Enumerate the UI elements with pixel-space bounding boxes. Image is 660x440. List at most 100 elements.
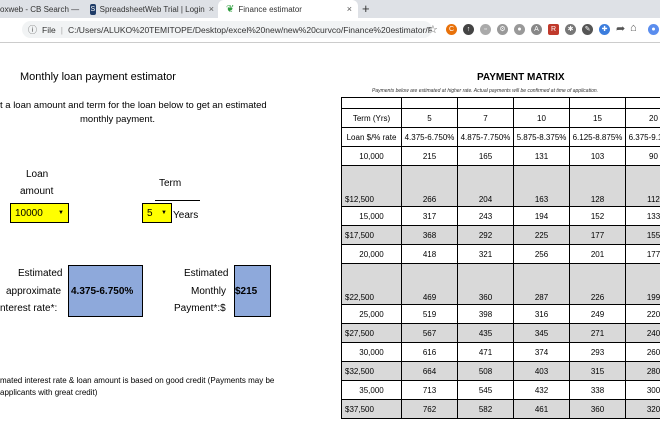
payment-cell: 163 — [513, 165, 570, 207]
new-tab-button[interactable]: + — [362, 1, 370, 16]
extension-c-icon[interactable]: C — [446, 24, 457, 35]
extension-r-icon[interactable]: R — [548, 24, 559, 35]
table-header-cell: 20 — [625, 108, 660, 128]
payment-cell: 360 — [569, 399, 626, 419]
payment-cell: 664 — [401, 361, 458, 381]
payment-cell: 293 — [569, 342, 626, 362]
rate-label-line-2: approximate — [6, 286, 62, 297]
payment-cell: 316 — [513, 304, 570, 324]
payment-cell: 128 — [569, 165, 626, 207]
payment-cell: 403 — [513, 361, 570, 381]
payment-cell: 567 — [401, 323, 458, 343]
payment-cell: 287 — [513, 263, 570, 305]
payment-cell: 220 — [625, 304, 660, 324]
payment-cell: 300 — [625, 380, 660, 400]
payment-label-line-2: Monthly — [191, 286, 227, 297]
loan-amount-cell: $12,500 — [341, 165, 402, 207]
address-bar-row: ⓘ File | C:/Users/ALUKO%20TEMITOPE/Deskt… — [0, 18, 660, 43]
home-icon[interactable]: ⌂ — [630, 22, 637, 34]
info-icon[interactable]: ⓘ — [28, 23, 37, 36]
payment-cell: 368 — [401, 225, 458, 245]
payment-cell: 345 — [513, 323, 570, 343]
tab-title: Finance estimator — [238, 4, 302, 14]
arrow-icon[interactable]: ➦ — [616, 22, 625, 35]
payment-cell: 292 — [457, 225, 514, 245]
loan-amount-cell: $22,500 — [341, 263, 402, 305]
table-header-cell: 7 — [457, 108, 514, 128]
tab-spreadsheetweb[interactable]: S SpreadsheetWeb Trial | Login × — [86, 0, 218, 18]
intro-text-line-1: t a loan amount and term for the loan be… — [0, 100, 267, 111]
table-cell — [341, 97, 402, 109]
payment-cell: 240 — [625, 323, 660, 343]
table-row: 25,000 519 398 316 249 220 — [341, 304, 660, 324]
term-select[interactable]: 5 ▼ — [142, 203, 172, 223]
payment-cell: 435 — [457, 323, 514, 343]
extension-settings-icon[interactable]: ✱ — [565, 24, 576, 35]
payment-cell: 226 — [569, 263, 626, 305]
payment-cell: 260 — [625, 342, 660, 362]
payment-cell: 243 — [457, 206, 514, 226]
close-icon[interactable]: × — [209, 4, 214, 14]
rate-label-line-1: Estimated — [18, 268, 63, 279]
extension-puzzle-icon[interactable]: ✚ — [599, 24, 610, 35]
payment-cell: 90 — [625, 146, 660, 166]
avatar[interactable]: ● — [648, 24, 659, 35]
table-header-cell: 5 — [401, 108, 458, 128]
table-header-cell: 4.375-6.750% — [401, 127, 458, 147]
table-row: $22,500 469 360 287 226 199 — [341, 263, 660, 305]
payment-cell: 545 — [457, 380, 514, 400]
tab-cb-search[interactable]: oxweb - CB Search — … × — [0, 0, 82, 18]
extension-arrow-icon[interactable]: ↑ — [463, 24, 474, 35]
payment-cell: 177 — [625, 244, 660, 264]
close-icon[interactable]: × — [347, 4, 352, 14]
table-header-cell: 10 — [513, 108, 570, 128]
loan-amount-cell: 20,000 — [341, 244, 402, 264]
tab-title: oxweb - CB Search — … — [0, 4, 82, 14]
table-cell — [569, 97, 626, 109]
loan-amount-cell: 15,000 — [341, 206, 402, 226]
url-field[interactable]: ⓘ File | C:/Users/ALUKO%20TEMITOPE/Deskt… — [22, 21, 432, 38]
loan-amount-cell: 25,000 — [341, 304, 402, 324]
loan-amount-cell: $32,500 — [341, 361, 402, 381]
extension-a-icon[interactable]: A — [531, 24, 542, 35]
footnote-line-1: mated interest rate & loan amount is bas… — [0, 376, 275, 385]
table-header-cell: 4.875-7.750% — [457, 127, 514, 147]
payment-cell: 360 — [457, 263, 514, 305]
url-separator: | — [60, 24, 63, 35]
matrix-blank-row — [341, 97, 660, 109]
table-header-cell: 15 — [569, 108, 626, 128]
table-row: $17,500 368 292 225 177 155 — [341, 225, 660, 245]
payment-cell: 461 — [513, 399, 570, 419]
page-content: Monthly loan payment estimator t a loan … — [0, 43, 660, 440]
payment-cell: 519 — [401, 304, 458, 324]
bookmark-star-icon[interactable]: ☆ — [428, 23, 438, 36]
payment-cell: 320 — [625, 399, 660, 419]
extension-gear-icon[interactable]: ⚙ — [497, 24, 508, 35]
tab-title: SpreadsheetWeb Trial | Login — [99, 4, 205, 14]
payment-cell: 103 — [569, 146, 626, 166]
loan-amount-cell: 10,000 — [341, 146, 402, 166]
payment-cell: 471 — [457, 342, 514, 362]
browser-tab-bar: oxweb - CB Search — … × S SpreadsheetWeb… — [0, 0, 660, 18]
extension-dropper-icon[interactable]: ✎ — [582, 24, 593, 35]
payment-cell: 317 — [401, 206, 458, 226]
rate-label-line-3: nterest rate*: — [0, 303, 58, 314]
table-row: 35,000 713 545 432 338 300 — [341, 380, 660, 400]
payment-cell: 321 — [457, 244, 514, 264]
payment-cell: 508 — [457, 361, 514, 381]
extension-circle-icon[interactable]: ● — [514, 24, 525, 35]
payment-cell: 398 — [457, 304, 514, 324]
table-cell — [513, 97, 570, 109]
table-header-cell: Loan $/% rate — [341, 127, 402, 147]
extension-page-icon[interactable]: ▫ — [480, 24, 491, 35]
payment-cell: 249 — [569, 304, 626, 324]
leaf-favicon-icon: ❦ — [226, 3, 235, 15]
payment-matrix-table: Term (Yrs) 5 7 10 15 20 Loan $/% rate 4.… — [341, 97, 660, 419]
loan-amount-cell: $37,500 — [341, 399, 402, 419]
tab-finance-estimator[interactable]: ❦ Finance estimator × — [218, 0, 358, 18]
payment-cell: 616 — [401, 342, 458, 362]
loan-label-line-2: amount — [20, 186, 54, 197]
loan-amount-select[interactable]: 10000 ▼ — [10, 203, 69, 223]
years-label: Years — [173, 210, 199, 221]
table-row: $12,500 266 204 163 128 112 — [341, 165, 660, 207]
